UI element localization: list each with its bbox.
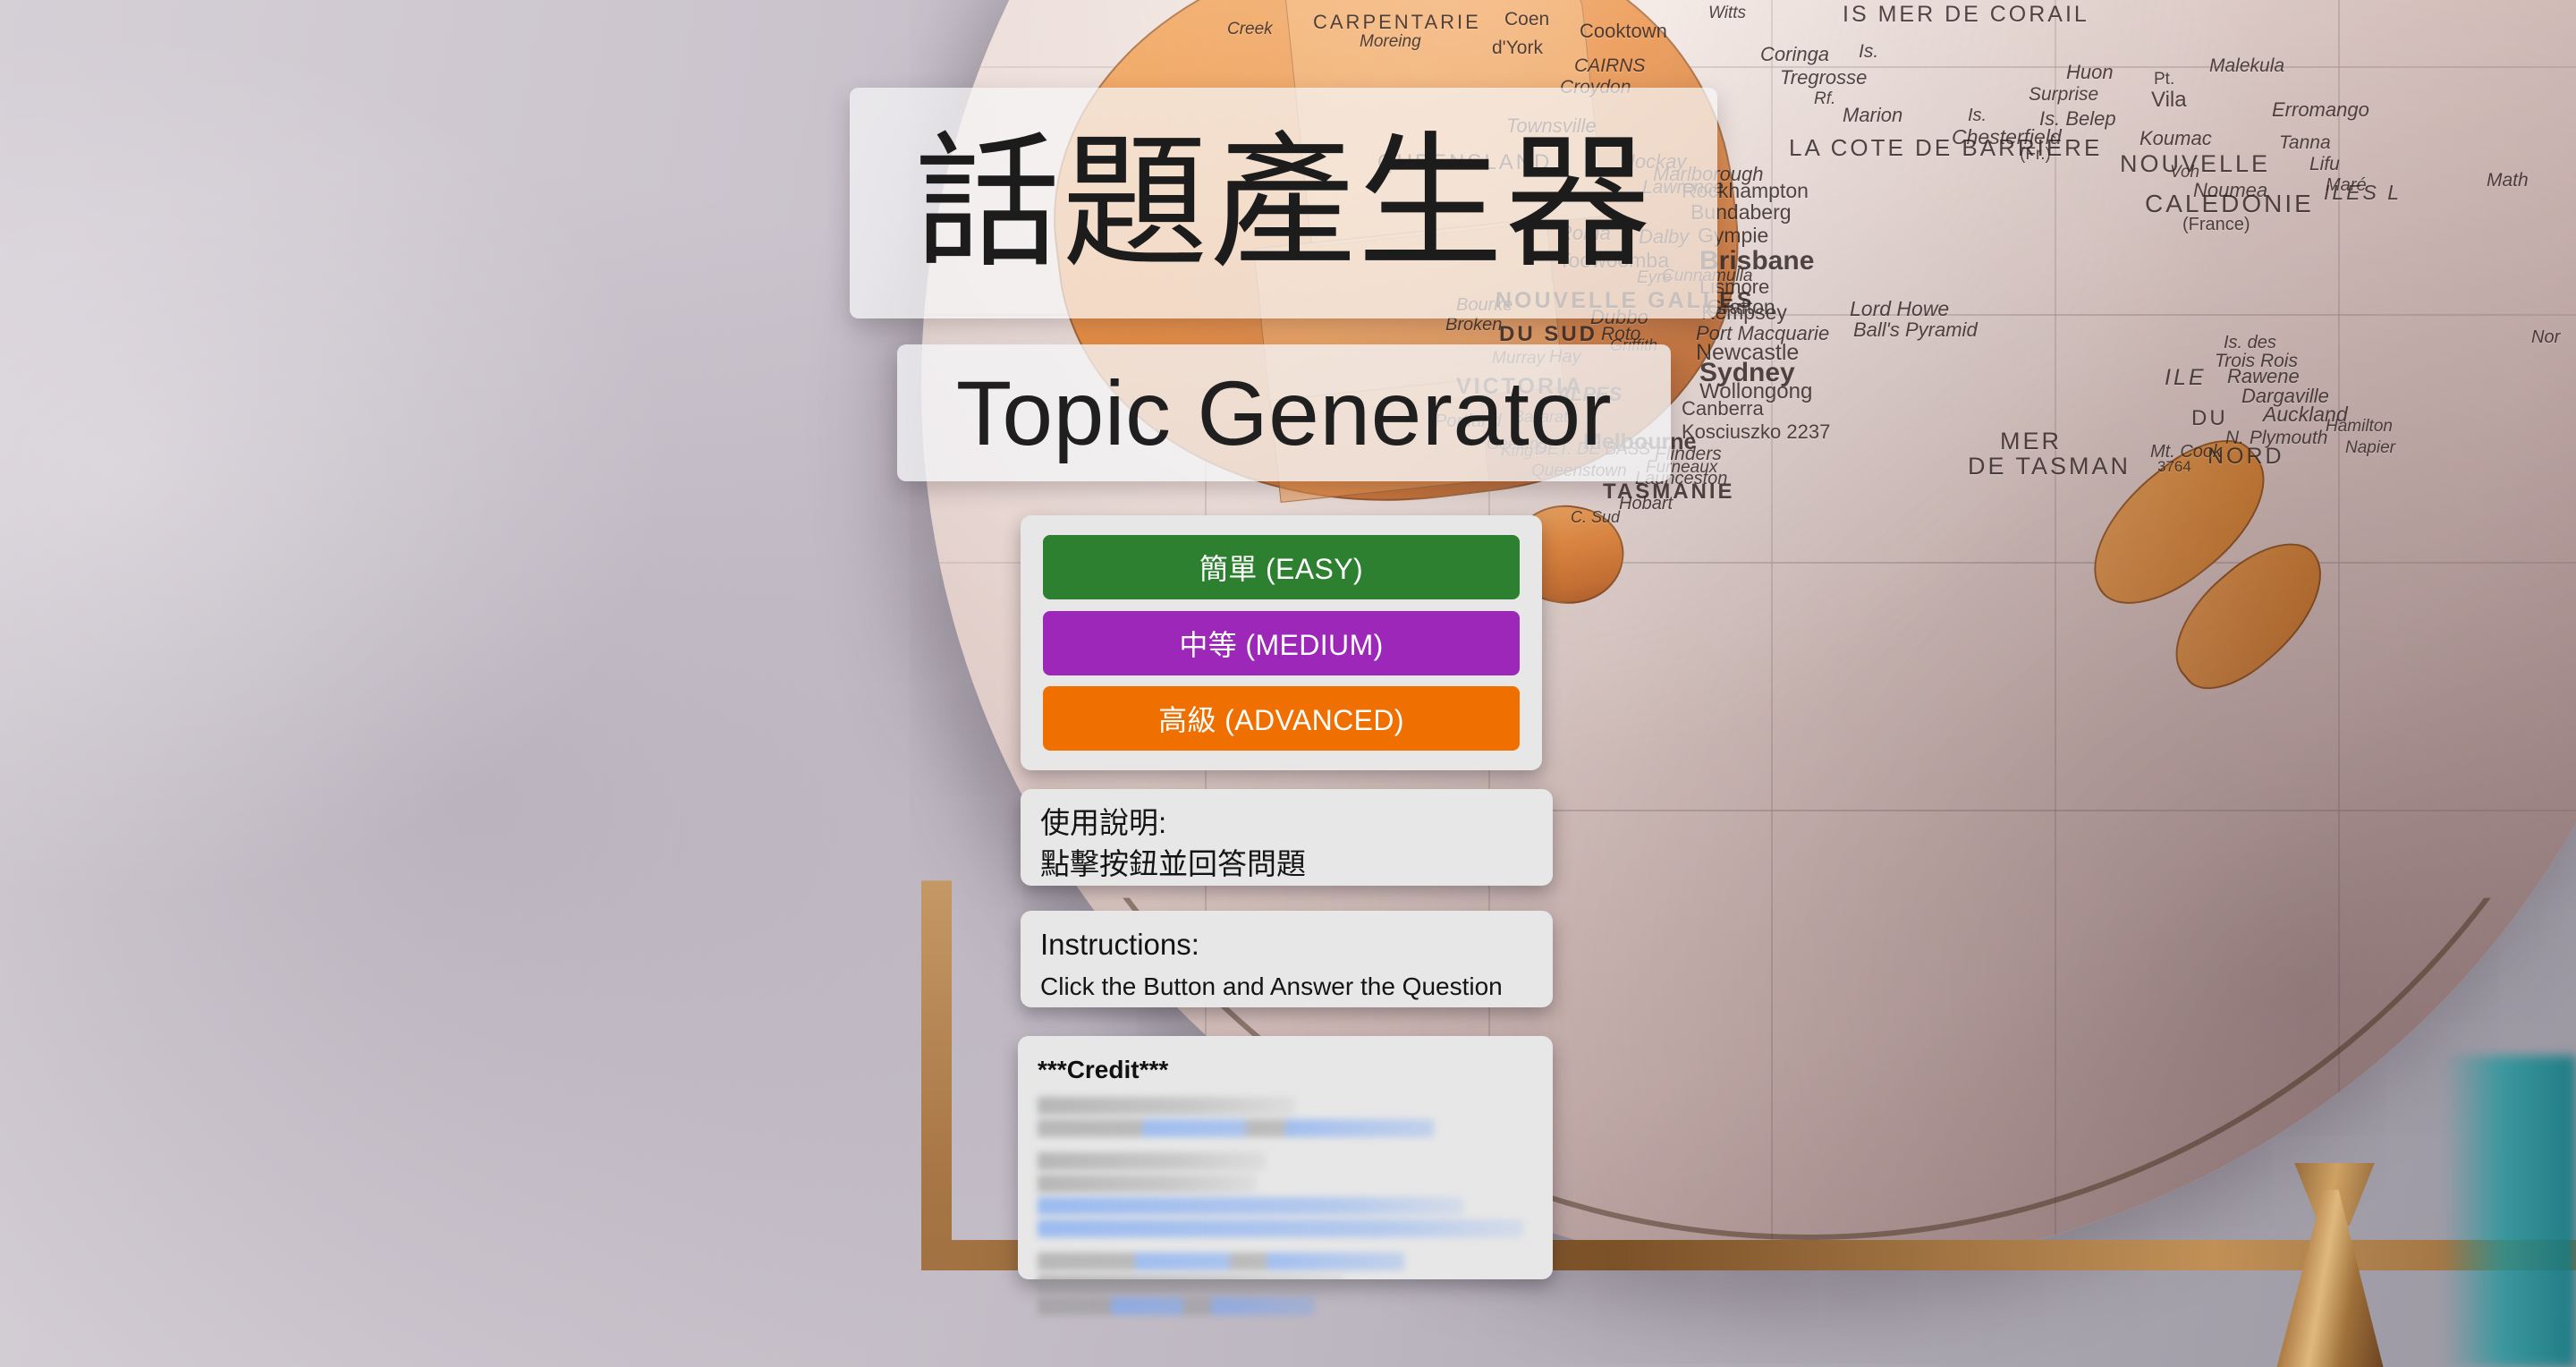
difficulty-button-advanced[interactable]: 高級 (ADVANCED): [1043, 686, 1520, 751]
teal-curtain: [2442, 1056, 2576, 1367]
credit-line-group: [1038, 1097, 1533, 1137]
instructions-en-heading: Instructions:: [1040, 928, 1199, 961]
map-label: MER: [2000, 428, 2062, 454]
credit-redacted-line: [1038, 1275, 1345, 1293]
instructions-en-panel: Instructions: Click the Button and Answe…: [1021, 911, 1553, 1007]
map-label: Hobart: [1619, 494, 1674, 514]
difficulty-button-easy[interactable]: 簡單 (EASY): [1043, 535, 1520, 599]
map-label: Nor: [2531, 327, 2561, 347]
credit-redacted-line: [1038, 1097, 1296, 1115]
map-label: DE TASMAN: [1968, 453, 2131, 480]
map-label: Coen: [1504, 9, 1550, 30]
map-label: Cooktown: [1580, 20, 1667, 42]
map-label: Moreing: [1360, 32, 1421, 51]
page-subtitle-card: Topic Generator: [897, 344, 1671, 481]
map-label: Rf.: [1814, 89, 1836, 108]
map-label: Coringa: [1760, 43, 1830, 65]
map-label: ILE: [2165, 365, 2207, 390]
page-title-card: 話題產生器: [850, 88, 1717, 318]
credit-line-group: [1038, 1252, 1533, 1315]
credit-redacted-line: [1038, 1219, 1523, 1237]
map-label: Creek: [1227, 20, 1273, 38]
map-label: CAIRNS: [1574, 55, 1646, 76]
page-title-en: Topic Generator: [955, 361, 1613, 464]
instructions-zh-body: 點擊按鈕並回答問題: [1040, 847, 1306, 881]
credit-redacted-line: [1038, 1152, 1266, 1170]
map-label: DU: [2191, 406, 2228, 430]
credit-line-group: [1038, 1152, 1533, 1237]
map-label: C. Sud: [1571, 508, 1621, 526]
instructions-zh-panel: 使用說明: 點擊按鈕並回答問題: [1021, 789, 1553, 886]
map-label: Tanna: [2279, 132, 2331, 153]
map-label: Lifu: [2309, 154, 2340, 174]
map-label: Pt.: [2154, 70, 2175, 89]
map-label: Kosciuszko 2237: [1682, 420, 1831, 443]
map-label: ILES L: [2324, 181, 2402, 204]
map-label: Napier: [2345, 438, 2395, 457]
map-label: Canberra: [1682, 397, 1764, 420]
map-label: (France): [2182, 215, 2250, 234]
credit-panel: ***Credit***: [1018, 1036, 1553, 1315]
credit-heading: ***Credit***: [1038, 1056, 1169, 1083]
map-label: Is.: [1968, 106, 1987, 125]
map-label: Math: [2487, 170, 2529, 191]
map-label: Erromango: [2272, 98, 2369, 121]
credit-redacted-line: [1038, 1119, 1435, 1137]
credit-redacted-line: [1038, 1197, 1464, 1215]
credit-redacted-line: [1038, 1252, 1404, 1270]
app-background: CARPENTARIE Coen Cooktown Witts IS MER DE CO…: [0, 0, 2576, 1367]
map-label: LA COTE DE BARRIÈRE: [1789, 134, 2103, 161]
map-label: Huon: [2066, 61, 2114, 83]
map-label: CARPENTARIE: [1313, 11, 1481, 33]
map-label: Lord Howe: [1850, 297, 1950, 320]
credit-redacted-line: [1038, 1297, 1316, 1315]
map-label: 3764: [2157, 458, 2191, 475]
instructions-zh-heading: 使用說明:: [1040, 806, 1167, 839]
map-label: Tregrosse: [1780, 66, 1868, 89]
map-label: Witts: [1708, 4, 1747, 22]
map-label: IS MER DE CORAIL: [1843, 2, 2089, 27]
map-label: Malekula: [2209, 55, 2285, 76]
difficulty-button-panel: 簡單 (EASY) 中等 (MEDIUM) 高級 (ADVANCED): [1021, 515, 1542, 770]
map-label: DU SUD: [1499, 322, 1598, 346]
map-label: Ball's Pyramid: [1853, 318, 1978, 341]
map-label: d'York: [1492, 38, 1543, 58]
credit-redacted-line: [1038, 1175, 1256, 1193]
map-label: Surprise: [2029, 84, 2099, 105]
difficulty-button-medium[interactable]: 中等 (MEDIUM): [1043, 610, 1520, 675]
map-label: Vila: [2151, 88, 2187, 112]
map-label: Koumac: [2140, 127, 2212, 149]
credit-redacted-text: [1038, 1097, 1533, 1315]
map-label: Hamilton: [2326, 417, 2393, 436]
page-title-zh: 話題產生器: [914, 118, 1653, 288]
map-label: Is.: [1859, 41, 1879, 62]
map-label: Marion: [1843, 104, 1903, 126]
instructions-en-body: Click the Button and Answer the Question: [1040, 972, 1503, 1000]
